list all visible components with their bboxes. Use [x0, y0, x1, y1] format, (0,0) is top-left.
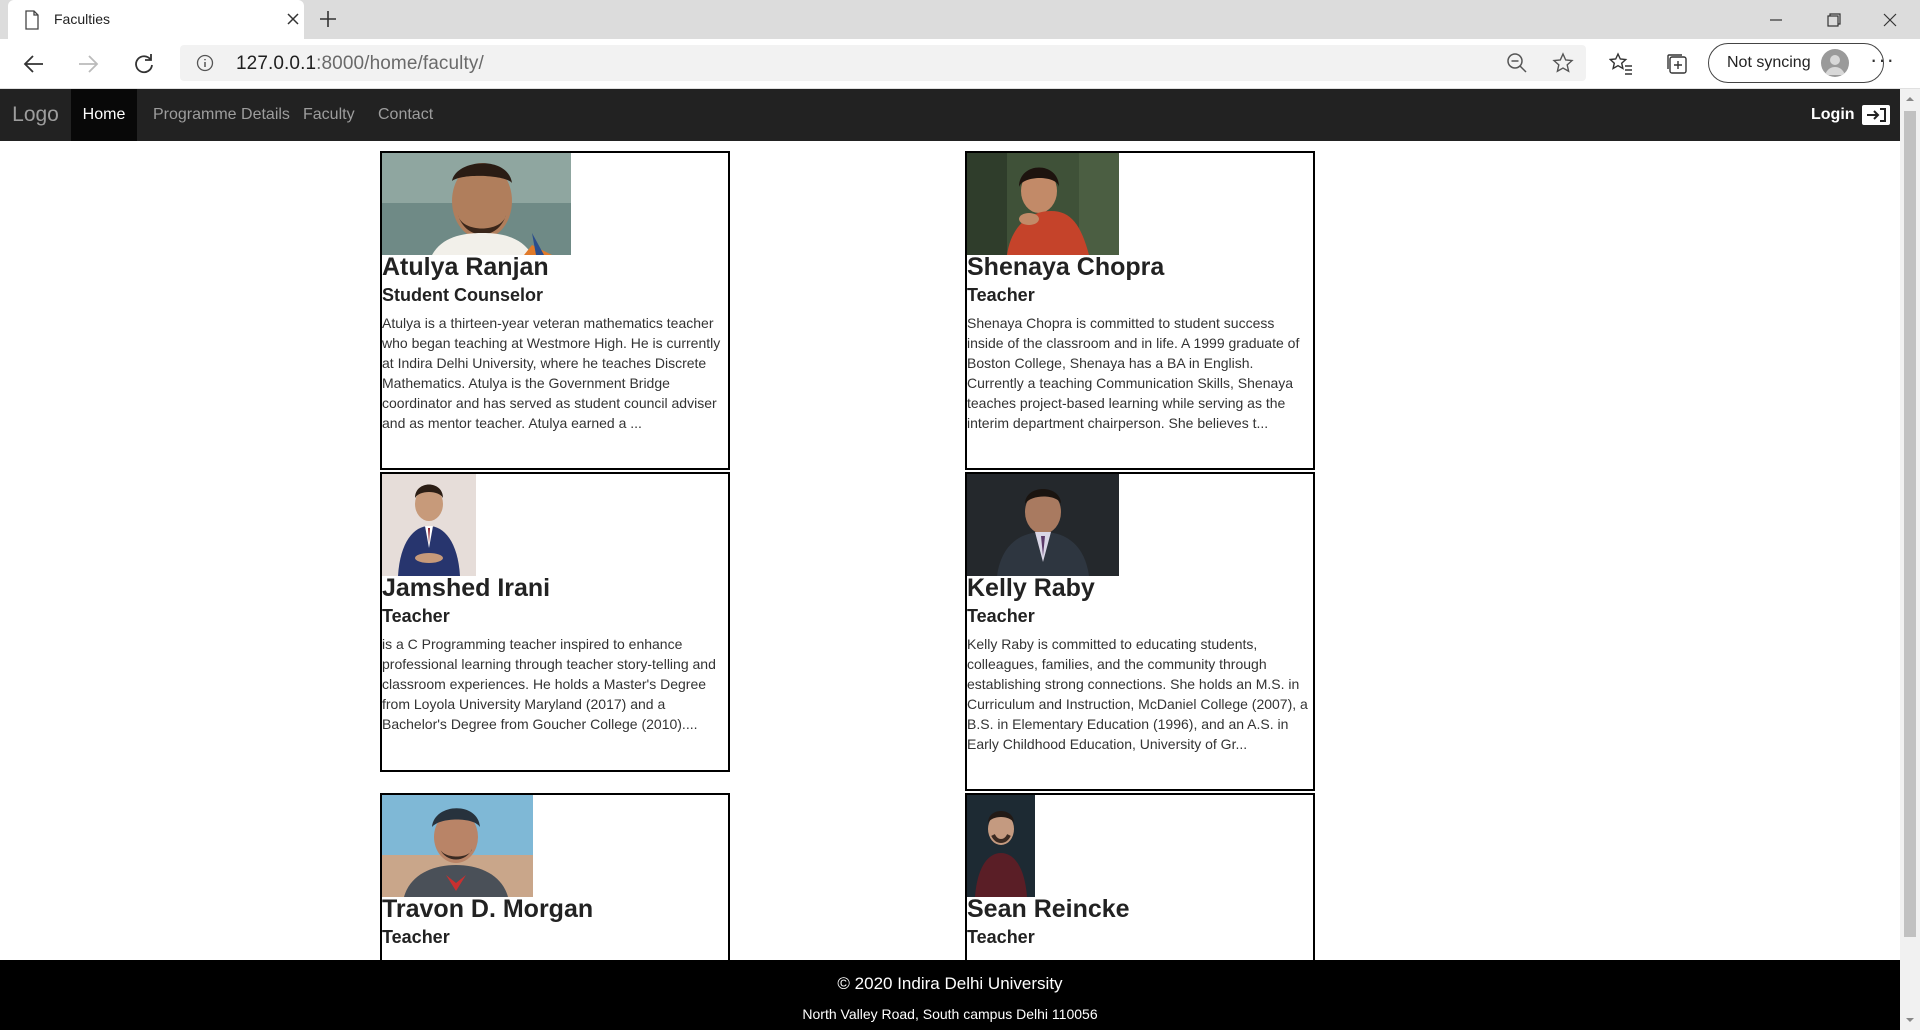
- faculty-card: Atulya Ranjan Student Counselor Atulya i…: [380, 151, 730, 470]
- minimize-icon: [1770, 18, 1782, 21]
- login-label: Login: [1811, 106, 1855, 123]
- faculty-card: Kelly Raby Teacher Kelly Raby is committ…: [965, 472, 1315, 791]
- faculty-photo: [382, 153, 571, 255]
- faculty-card: Shenaya Chopra Teacher Shenaya Chopra is…: [965, 151, 1315, 470]
- browser-tab[interactable]: Faculties: [8, 0, 304, 39]
- collections-button[interactable]: [1664, 51, 1690, 77]
- faculty-role: Teacher: [382, 606, 450, 626]
- login-icon: [1861, 105, 1890, 125]
- close-icon: [1883, 13, 1897, 26]
- faculty-bio: Kelly Raby is committed to educating stu…: [967, 636, 1308, 752]
- scroll-down-arrow-icon[interactable]: [1905, 1015, 1915, 1025]
- footer-address: North Valley Road, South campus Delhi 11…: [802, 1006, 1098, 1022]
- collections-icon: [1667, 54, 1687, 74]
- scroll-up-arrow-icon[interactable]: [1905, 94, 1915, 104]
- faculty-name: Shenaya Chopra: [967, 253, 1165, 281]
- sync-status-button[interactable]: Not syncing: [1708, 43, 1884, 83]
- faculty-role: Teacher: [382, 927, 450, 947]
- profile-avatar-icon: [1821, 49, 1849, 77]
- faculty-role: Teacher: [967, 606, 1035, 626]
- back-button[interactable]: [20, 50, 48, 78]
- faculty-bio: is a C Programming teacher inspired to e…: [382, 636, 716, 732]
- faculty-name: Kelly Raby: [967, 574, 1095, 602]
- faculty-bio: Atulya is a thirteen-year veteran mathem…: [382, 315, 721, 431]
- faculty-photo: [967, 153, 1119, 255]
- tab-title: Faculties: [54, 11, 111, 27]
- faculty-name: Travon D. Morgan: [382, 895, 594, 923]
- arrow-right-icon: [79, 55, 99, 73]
- faculty-photo: [382, 795, 533, 897]
- browser-toolbar: 127.0.0.1:8000/home/faculty/ Not syncing: [0, 39, 1920, 89]
- page-icon: [25, 10, 39, 30]
- restore-button[interactable]: [1806, 0, 1862, 39]
- more-menu-icon[interactable]: ···: [1870, 49, 1896, 73]
- nav-link-faculty[interactable]: Faculty: [303, 89, 355, 141]
- faculty-bio: Shenaya Chopra is committed to student s…: [967, 315, 1300, 431]
- nav-link-contact[interactable]: Contact: [378, 89, 433, 141]
- footer-copyright: © 2020 Indira Delhi University: [837, 974, 1063, 993]
- browser-tabstrip: Faculties: [0, 0, 1920, 39]
- favorite-star-icon[interactable]: [1552, 52, 1574, 74]
- minimize-button[interactable]: [1748, 0, 1804, 39]
- url-host: 127.0.0.1: [236, 53, 317, 74]
- info-icon[interactable]: [196, 54, 214, 72]
- refresh-button[interactable]: [130, 50, 158, 78]
- faculty-role: Teacher: [967, 927, 1035, 947]
- faculty-role: Student Counselor: [382, 285, 543, 305]
- faculty-photo: [967, 474, 1119, 576]
- close-tab-icon[interactable]: [284, 10, 302, 28]
- sync-label: Not syncing: [1727, 54, 1811, 71]
- zoom-out-icon[interactable]: [1506, 52, 1528, 74]
- forward-button[interactable]: [74, 50, 102, 78]
- restore-icon: [1827, 12, 1841, 27]
- arrow-left-icon: [23, 55, 43, 73]
- site-navbar: Logo Home Programme Details Faculty Cont…: [0, 89, 1900, 141]
- faculty-card: Jamshed Irani Teacher is a C Programming…: [380, 472, 730, 772]
- faculty-name: Sean Reincke: [967, 895, 1130, 923]
- refresh-icon: [135, 54, 153, 74]
- webpage: Logo Home Programme Details Faculty Cont…: [0, 89, 1900, 1030]
- faculty-name: Atulya Ranjan: [382, 253, 549, 281]
- new-tab-icon[interactable]: [318, 9, 338, 29]
- page-scrollbar[interactable]: [1900, 89, 1920, 1030]
- close-window-button[interactable]: [1862, 0, 1918, 39]
- site-logo[interactable]: Logo: [0, 89, 71, 141]
- faculty-name: Jamshed Irani: [382, 574, 551, 602]
- faculty-role: Teacher: [967, 285, 1035, 305]
- favorites-button[interactable]: [1608, 51, 1634, 77]
- address-bar[interactable]: 127.0.0.1:8000/home/faculty/: [180, 45, 1586, 81]
- url-text: 127.0.0.1:8000/home/faculty/: [236, 53, 484, 75]
- login-button[interactable]: Login: [1811, 104, 1891, 126]
- scrollbar-thumb[interactable]: [1904, 111, 1916, 937]
- faculty-photo: [967, 795, 1035, 897]
- favorites-icon: [1609, 52, 1632, 75]
- url-path: :8000/home/faculty/: [316, 53, 484, 74]
- nav-link-home[interactable]: Home: [71, 89, 137, 141]
- nav-link-programme-details[interactable]: Programme Details: [153, 89, 290, 141]
- site-footer: © 2020 Indira Delhi University North Val…: [0, 960, 1900, 1030]
- faculty-photo: [382, 474, 476, 576]
